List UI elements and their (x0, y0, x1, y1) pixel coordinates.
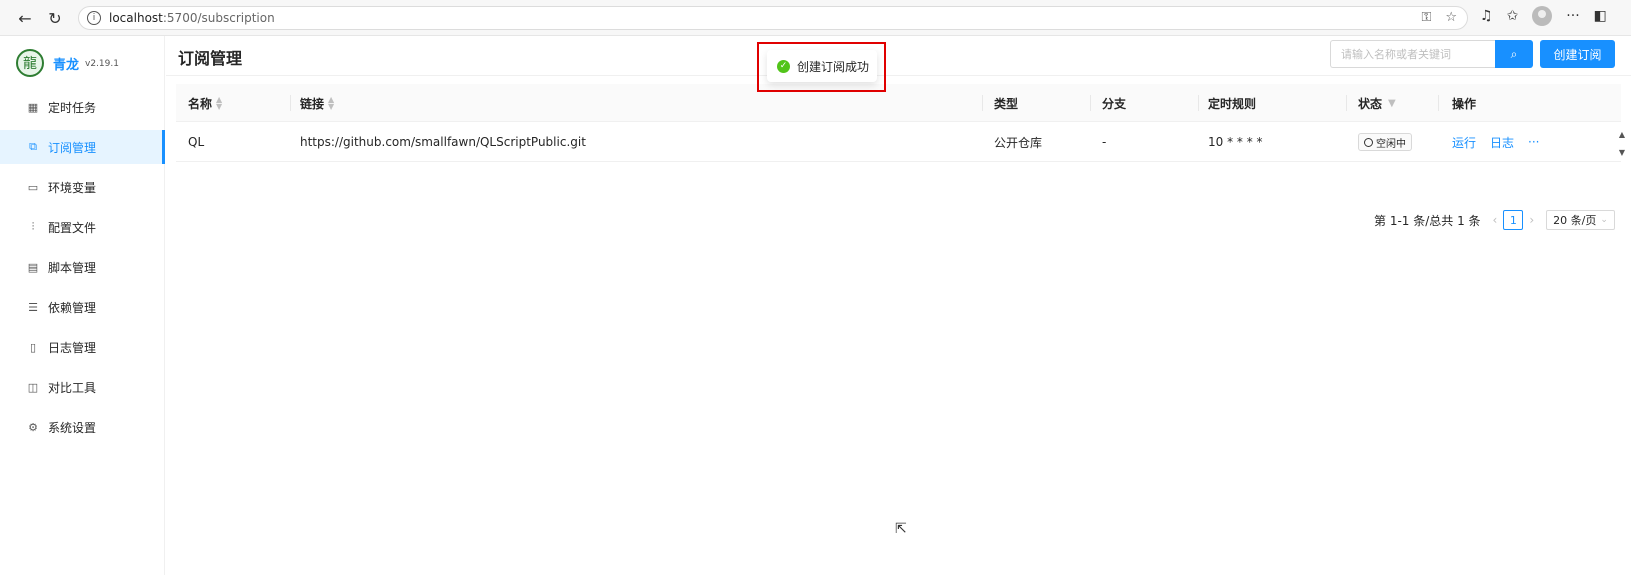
sidebar-item-label: 定时任务 (48, 100, 97, 115)
sidebar-item-label: 对比工具 (48, 380, 97, 395)
version-label: v2.19.1 (85, 59, 119, 69)
column-type: 类型 (994, 96, 1019, 111)
search-input[interactable]: 请输入名称或者关键词 (1330, 40, 1495, 68)
page-size-select[interactable]: 20 条/页 ⌄ (1546, 210, 1615, 230)
sidebar-item-label: 环境变量 (48, 180, 97, 195)
cell-actions: 运行 日志 ··· (1452, 122, 1539, 162)
browser-toolbar: ← ↻ i localhost:5700/subscription ⚿ ☆ ♫ … (0, 0, 1631, 36)
table-header: 名称 ▲ ▼ 链接 ▲ ▼ 类型 分支 定时规则 状态 ▼ 操作 (176, 84, 1621, 122)
sidebar-item-label: 系统设置 (48, 420, 97, 435)
more-actions-icon[interactable]: ··· (1528, 135, 1539, 149)
sidebar-item-env[interactable]: ▭ 环境变量 (0, 170, 164, 204)
sidebar-item-log[interactable]: ▯ 日志管理 (0, 330, 164, 364)
sidebar-item-label: 订阅管理 (48, 140, 97, 155)
reload-icon[interactable]: ↻ (42, 5, 68, 31)
site-info-icon[interactable]: i (87, 11, 101, 25)
pagination: 第 1-1 条/总共 1 条 ‹ 1 › 20 条/页 ⌄ (1374, 210, 1615, 230)
logo-row[interactable]: 龍 青龙 v2.19.1 (0, 36, 164, 90)
cell-branch: - (1102, 135, 1107, 149)
log-link[interactable]: 日志 (1490, 134, 1514, 151)
cell-name: QL (188, 135, 205, 149)
toast-highlight: ✓ 创建订阅成功 (757, 42, 886, 92)
monitor-icon: ▭ (27, 180, 39, 194)
brand-name: 青龙 (53, 57, 80, 73)
sidebar-item-diff[interactable]: ◫ 对比工具 (0, 370, 164, 404)
run-link[interactable]: 运行 (1452, 134, 1476, 151)
filter-icon[interactable]: ▼ (1388, 98, 1396, 109)
table-row: QL https://github.com/smallfawn/QLScript… (176, 122, 1625, 162)
subscription-icon: ⧉ (29, 140, 37, 153)
toast-message: 创建订阅成功 (797, 59, 870, 74)
sidebar: 龍 青龙 v2.19.1 ▦ 定时任务 ⧉ 订阅管理 ▭ 环境变量 ⫶ 配置文件… (0, 36, 165, 575)
sidebar-item-setting[interactable]: ⚙ 系统设置 (0, 410, 164, 444)
page-title: 订阅管理 (178, 49, 243, 68)
scroll-arrows[interactable]: ▲ ▼ (1619, 126, 1625, 162)
column-branch: 分支 (1102, 96, 1127, 111)
column-status[interactable]: 状态 ▼ (1358, 84, 1396, 122)
prev-page-icon[interactable]: ‹ (1493, 213, 1498, 227)
cell-type: 公开仓库 (994, 135, 1043, 150)
status-badge: 空闲中 (1358, 133, 1412, 151)
column-name[interactable]: 名称 ▲ ▼ (188, 84, 222, 122)
sidebar-item-label: 日志管理 (48, 340, 97, 355)
profile-avatar[interactable] (1532, 6, 1553, 26)
media-icon[interactable]: ♫ (1480, 8, 1493, 24)
script-icon: ▤ (27, 260, 39, 274)
sort-icon: ▲ ▼ (328, 95, 335, 111)
address-bar[interactable]: i localhost:5700/subscription ⚿ ☆ (78, 6, 1468, 30)
database-icon: ☰ (28, 300, 38, 314)
url-host: localhost (109, 11, 163, 25)
chevron-down-icon: ⌄ (1600, 215, 1608, 225)
column-actions: 操作 (1452, 96, 1477, 111)
sort-icon: ▲ ▼ (216, 95, 223, 111)
calendar-icon: ▦ (27, 100, 39, 114)
log-icon: ▯ (29, 340, 37, 354)
sidebar-item-config[interactable]: ⫶ 配置文件 (0, 210, 164, 244)
url-path: :5700/subscription (162, 11, 275, 25)
search-button[interactable]: ⌕ (1495, 40, 1533, 68)
sidebar-item-label: 配置文件 (48, 220, 97, 235)
column-schedule: 定时规则 (1208, 96, 1257, 111)
favorites-icon[interactable]: ✩ (1507, 8, 1519, 24)
sidebar-item-script[interactable]: ▤ 脚本管理 (0, 250, 164, 284)
key-icon[interactable]: ⚿ (1421, 10, 1431, 25)
star-icon[interactable]: ☆ (1445, 10, 1457, 25)
sidebar-menu: ▦ 定时任务 ⧉ 订阅管理 ▭ 环境变量 ⫶ 配置文件 ▤ 脚本管理 ☰ 依赖管… (0, 90, 165, 444)
search-icon: ⌕ (1510, 46, 1518, 61)
cell-status: 空闲中 (1358, 122, 1412, 162)
sidebar-item-dependence[interactable]: ☰ 依赖管理 (0, 290, 164, 324)
diff-icon: ◫ (27, 380, 39, 394)
gear-icon: ⚙ (28, 420, 38, 434)
page-header: 订阅管理 请输入名称或者关键词 ⌕ 创建订阅 (166, 36, 1631, 76)
current-page[interactable]: 1 (1503, 210, 1524, 230)
sidebar-item-cron[interactable]: ▦ 定时任务 (0, 90, 164, 124)
dragon-logo-icon: 龍 (16, 49, 44, 77)
success-toast: ✓ 创建订阅成功 (767, 50, 877, 82)
main-content: 订阅管理 请输入名称或者关键词 ⌕ 创建订阅 名称 ▲ ▼ 链接 ▲ ▼ 类型 分支 定… (166, 36, 1631, 575)
sidebar-item-subscription[interactable]: ⧉ 订阅管理 (0, 130, 165, 164)
pagination-summary: 第 1-1 条/总共 1 条 (1374, 213, 1481, 228)
sidebar-item-label: 脚本管理 (48, 260, 97, 275)
next-page-icon[interactable]: › (1529, 213, 1534, 227)
check-circle-icon: ✓ (777, 59, 790, 73)
subscription-table: 名称 ▲ ▼ 链接 ▲ ▼ 类型 分支 定时规则 状态 ▼ 操作 QL https://g… (176, 84, 1625, 162)
cell-schedule: 10 * * * * (1208, 135, 1263, 149)
clock-icon (1364, 137, 1373, 147)
back-icon[interactable]: ← (12, 5, 38, 31)
column-url[interactable]: 链接 ▲ ▼ (300, 84, 334, 122)
create-subscription-button[interactable]: 创建订阅 (1540, 40, 1615, 68)
cell-url: https://github.com/smallfawn/QLScriptPub… (300, 135, 586, 149)
menu-dots-icon[interactable]: ··· (1566, 8, 1579, 24)
sidebar-item-label: 依赖管理 (48, 300, 97, 315)
mouse-cursor-icon: ⇱ (895, 521, 907, 537)
sliders-icon: ⫶ (31, 220, 35, 233)
sidebar-toggle-icon[interactable]: ◧ (1594, 8, 1607, 24)
